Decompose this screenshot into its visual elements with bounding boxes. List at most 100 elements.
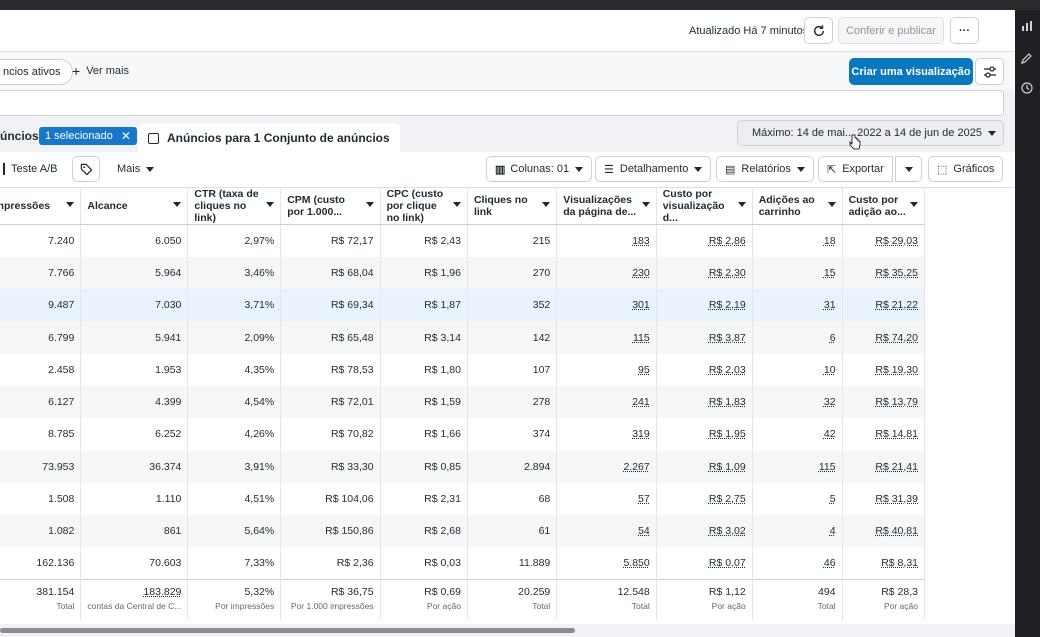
breakdown-dropdown[interactable]: ☰ Detalhamento [595, 156, 712, 182]
search-filter-input[interactable] [0, 90, 1004, 116]
columns-dropdown[interactable]: ▥ Colunas: 01 [486, 156, 593, 182]
sort-caret-icon[interactable] [66, 202, 75, 207]
sort-caret-icon[interactable] [365, 202, 374, 207]
active-ads-filter-pill[interactable]: ncios ativos [0, 59, 74, 85]
table-row[interactable]: 1.082 861 5,64% R$ 150,86 R$ 2,68 61 54 R$ 3,02… [0, 515, 926, 548]
column-header[interactable]: Impressões [0, 188, 82, 225]
bar-chart-icon[interactable] [1021, 20, 1035, 34]
table-cell[interactable]: 115 [556, 321, 657, 354]
pencil-icon[interactable] [1021, 52, 1035, 66]
close-icon[interactable]: ✕ [121, 129, 131, 143]
table-cell[interactable]: 15 [752, 256, 843, 290]
column-header[interactable]: Alcance [80, 188, 189, 225]
column-header[interactable]: Adições ao carrinho [752, 188, 843, 225]
table-cell[interactable]: R$ 35,25 [842, 256, 926, 290]
selected-chip[interactable]: 1 selecionado ✕ [39, 127, 137, 145]
more-options-button[interactable]: ··· [950, 17, 979, 44]
table-cell[interactable]: R$ 0,07 [656, 547, 753, 580]
export-button[interactable]: ⇱ Exportar [818, 156, 893, 182]
column-header[interactable]: Custo por adição ao... [842, 188, 926, 225]
table-cell[interactable]: 4 [752, 515, 843, 548]
table-cell[interactable]: R$ 40,81 [842, 515, 926, 548]
scrollbar-thumb[interactable] [0, 628, 575, 633]
table-cell[interactable]: 6 [752, 321, 843, 354]
table-row[interactable]: 7.766 5.964 3,46% R$ 68,04 R$ 1,96 270 230 R$ 2… [0, 256, 926, 290]
date-range-picker[interactable]: Máximo: 14 de mai... 2022 a 14 de jun de… [737, 120, 1004, 146]
table-cell[interactable]: R$ 3,87 [656, 321, 753, 354]
create-view-button[interactable]: Criar uma visualização [849, 58, 973, 85]
table-cell[interactable]: 95 [556, 353, 657, 386]
view-settings-button[interactable] [975, 58, 1004, 85]
table-cell[interactable]: 230 [556, 256, 657, 290]
table-cell[interactable]: 241 [556, 385, 657, 419]
review-publish-button[interactable]: Conferir e publicar [838, 17, 944, 44]
table-cell[interactable]: 46 [752, 547, 843, 580]
column-header[interactable]: Custo por visualização d... [656, 188, 753, 225]
horizontal-scrollbar[interactable] [0, 624, 1015, 637]
sort-caret-icon[interactable] [641, 202, 650, 207]
sort-caret-icon[interactable] [542, 202, 551, 207]
table-row[interactable]: 7.240 6.050 2,97% R$ 72,17 R$ 2,43 215 183 R$ 2… [0, 224, 926, 257]
sort-caret-icon[interactable] [827, 202, 836, 207]
tab-ads-for-adset[interactable]: Anúncios para 1 Conjunto de anúncios [138, 123, 400, 153]
table-cell[interactable]: R$ 74,20 [842, 321, 926, 354]
reports-dropdown[interactable]: ▤ Relatórios [716, 156, 814, 182]
ab-test-button[interactable]: Teste A/B [0, 156, 67, 182]
table-cell[interactable]: R$ 1,95 [656, 418, 753, 451]
table-cell[interactable]: 10 [752, 353, 843, 386]
table-cell[interactable]: 42 [752, 418, 843, 451]
table-cell[interactable]: 115 [752, 450, 843, 483]
table-cell[interactable]: 54 [556, 515, 657, 548]
table-cell[interactable]: R$ 29,03 [842, 224, 926, 257]
refresh-button[interactable] [804, 17, 833, 44]
table-row[interactable]: 9.487 7.030 3,71% R$ 69,34 R$ 1,87 352 301 R$ 2… [0, 289, 926, 322]
table-row[interactable]: 6.799 5.941 2,09% R$ 65,48 R$ 3,14 142 115 R$ 3… [0, 321, 926, 354]
sort-caret-icon[interactable] [910, 202, 918, 207]
export-options-dropdown[interactable] [895, 156, 922, 182]
table-row[interactable]: 73.953 36.374 3,91% R$ 33,30 R$ 0,85 2.894 2.2… [0, 450, 926, 483]
column-header[interactable]: CTR (taxa de cliques no link) [187, 188, 282, 225]
table-cell[interactable]: 319 [556, 418, 657, 451]
table-cell[interactable]: R$ 2,03 [656, 353, 753, 386]
column-header[interactable]: CPC (custo por clique no link) [380, 188, 468, 225]
sort-caret-icon[interactable] [452, 202, 461, 207]
table-cell[interactable]: R$ 3,02 [656, 515, 753, 548]
clock-icon[interactable] [1021, 82, 1035, 96]
see-more-button[interactable]: + Ver mais [72, 64, 129, 78]
table-cell[interactable]: R$ 19,30 [842, 353, 926, 386]
table-cell[interactable]: 5 [752, 482, 843, 516]
table-cell[interactable]: R$ 2,19 [656, 289, 753, 322]
sort-caret-icon[interactable] [737, 202, 746, 207]
table-cell[interactable]: R$ 2,75 [656, 482, 753, 516]
column-header[interactable]: Visualizações da página de... [556, 188, 657, 225]
table-cell[interactable]: R$ 2,86 [656, 224, 753, 257]
table-cell[interactable]: 18 [752, 224, 843, 257]
table-row[interactable]: 1.508 1.110 4,51% R$ 104,06 R$ 2,31 68 57 R$ 2,… [0, 482, 926, 516]
table-cell[interactable]: R$ 21,41 [842, 450, 926, 483]
table-cell[interactable]: R$ 2,30 [656, 256, 753, 290]
table-cell[interactable]: R$ 13,79 [842, 385, 926, 419]
table-cell[interactable]: 5.850 [556, 547, 657, 580]
table-row[interactable]: 8.785 6.252 4,26% R$ 70,82 R$ 1,66 374 319 R$ 1… [0, 418, 926, 451]
table-row[interactable]: 6.127 4.399 4,54% R$ 72,01 R$ 1,59 278 241 R$ 1… [0, 385, 926, 419]
table-cell[interactable]: 57 [556, 482, 657, 516]
table-cell[interactable]: 31 [752, 289, 843, 322]
sort-caret-icon[interactable] [266, 202, 275, 207]
table-cell[interactable]: R$ 8,31 [842, 547, 926, 580]
table-cell[interactable]: 301 [556, 289, 657, 322]
table-cell[interactable]: R$ 1,83 [656, 385, 753, 419]
table-cell[interactable]: R$ 14,81 [842, 418, 926, 451]
table-cell[interactable]: 2.267 [556, 450, 657, 483]
table-cell[interactable]: R$ 1,09 [656, 450, 753, 483]
column-header[interactable]: CPM (custo por 1.000... [280, 188, 381, 225]
table-cell[interactable]: R$ 31,39 [842, 482, 926, 516]
table-row[interactable]: 2.458 1.953 4,35% R$ 78,53 R$ 1,80 107 95 R$ 2,… [0, 353, 926, 386]
table-row[interactable]: 162.136 70.603 7,33% R$ 2,36 R$ 0,03 11.889 5.… [0, 547, 926, 580]
table-cell[interactable]: 32 [752, 385, 843, 419]
tag-button[interactable] [72, 156, 100, 182]
charts-button[interactable]: ⬚ Gráficos [928, 156, 1004, 182]
more-actions-dropdown[interactable]: Mais [108, 156, 164, 182]
table-cell[interactable]: R$ 21,22 [842, 289, 926, 322]
sort-caret-icon[interactable] [173, 202, 182, 207]
table-cell[interactable]: 183 [556, 224, 657, 257]
